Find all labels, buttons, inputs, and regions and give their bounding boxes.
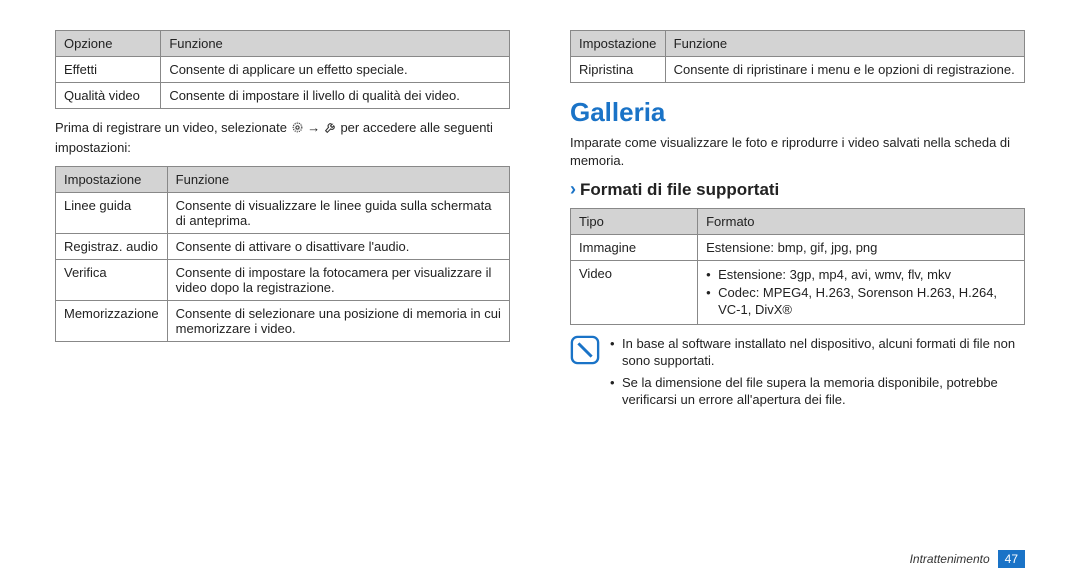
note-icon <box>570 335 600 365</box>
settings-intro-paragraph: Prima di registrare un video, selezionat… <box>55 119 510 156</box>
note-body: In base al software installato nel dispo… <box>610 335 1025 413</box>
table-cell: Consente di attivare o disattivare l'aud… <box>167 234 509 260</box>
table-cell: Estensione: bmp, gif, jpg, png <box>698 235 1025 261</box>
table-row: Linee guida Consente di visualizzare le … <box>56 193 510 234</box>
table-cell: Consente di impostare la fotocamera per … <box>167 260 509 301</box>
table-cell: Video <box>571 261 698 325</box>
table-cell: Consente di visualizzare le linee guida … <box>167 193 509 234</box>
table-row: Immagine Estensione: bmp, gif, jpg, png <box>571 235 1025 261</box>
table-cell-video-formats: Estensione: 3gp, mp4, avi, wmv, flv, mkv… <box>698 261 1025 325</box>
table-cell: Verifica <box>56 260 168 301</box>
right-column: Impostazione Funzione Ripristina Consent… <box>570 30 1025 413</box>
table-row: Memorizzazione Consente di selezionare u… <box>56 301 510 342</box>
settings-table-2: Impostazione Funzione Linee guida Consen… <box>55 166 510 342</box>
table-header: Impostazione <box>571 31 666 57</box>
table-row: Qualità video Consente di impostare il l… <box>56 83 510 109</box>
table-cell: Memorizzazione <box>56 301 168 342</box>
table-row: Verifica Consente di impostare la fotoca… <box>56 260 510 301</box>
table-cell: Effetti <box>56 57 161 83</box>
page-footer: Intrattenimento 47 <box>910 550 1025 568</box>
table-cell: Consente di ripristinare i menu e le opz… <box>665 57 1024 83</box>
subheading-formati: › Formati di file supportati <box>570 179 1025 200</box>
note-item: Se la dimensione del file supera la memo… <box>610 374 1025 409</box>
table-header: Funzione <box>167 167 509 193</box>
options-table-1: Opzione Funzione Effetti Consente di app… <box>55 30 510 109</box>
table-cell: Consente di applicare un effetto special… <box>161 57 510 83</box>
page-columns: Opzione Funzione Effetti Consente di app… <box>55 30 1025 413</box>
table-header: Opzione <box>56 31 161 57</box>
settings-table-3: Impostazione Funzione Ripristina Consent… <box>570 30 1025 83</box>
note-callout: In base al software installato nel dispo… <box>570 335 1025 413</box>
list-item: Codec: MPEG4, H.263, Sorenson H.263, H.2… <box>706 284 1016 319</box>
left-column: Opzione Funzione Effetti Consente di app… <box>55 30 510 413</box>
table-row: Effetti Consente di applicare un effetto… <box>56 57 510 83</box>
table-cell: Registraz. audio <box>56 234 168 260</box>
table-row: Registraz. audio Consente di attivare o … <box>56 234 510 260</box>
table-row: Ripristina Consente di ripristinare i me… <box>571 57 1025 83</box>
wrench-icon <box>324 121 337 139</box>
table-cell: Linee guida <box>56 193 168 234</box>
table-row: Video Estensione: 3gp, mp4, avi, wmv, fl… <box>571 261 1025 325</box>
table-header: Formato <box>698 209 1025 235</box>
table-header: Funzione <box>161 31 510 57</box>
table-header: Impostazione <box>56 167 168 193</box>
formats-table: Tipo Formato Immagine Estensione: bmp, g… <box>570 208 1025 325</box>
arrow-text: → <box>307 120 324 135</box>
table-header: Funzione <box>665 31 1024 57</box>
page-number: 47 <box>998 550 1025 568</box>
note-item: In base al software installato nel dispo… <box>610 335 1025 370</box>
table-header: Tipo <box>571 209 698 235</box>
galleria-intro: Imparate come visualizzare le foto e rip… <box>570 134 1025 169</box>
footer-section-name: Intrattenimento <box>910 552 990 566</box>
section-title-galleria: Galleria <box>570 97 1025 128</box>
table-cell: Consente di impostare il livello di qual… <box>161 83 510 109</box>
list-item: Estensione: 3gp, mp4, avi, wmv, flv, mkv <box>706 266 1016 284</box>
gear-icon <box>291 121 304 139</box>
table-cell: Ripristina <box>571 57 666 83</box>
subheading-text: Formati di file supportati <box>580 180 779 200</box>
para-text-before: Prima di registrare un video, selezionat… <box>55 120 291 135</box>
table-cell: Qualità video <box>56 83 161 109</box>
table-cell: Immagine <box>571 235 698 261</box>
chevron-right-icon: › <box>570 179 576 200</box>
table-cell: Consente di selezionare una posizione di… <box>167 301 509 342</box>
